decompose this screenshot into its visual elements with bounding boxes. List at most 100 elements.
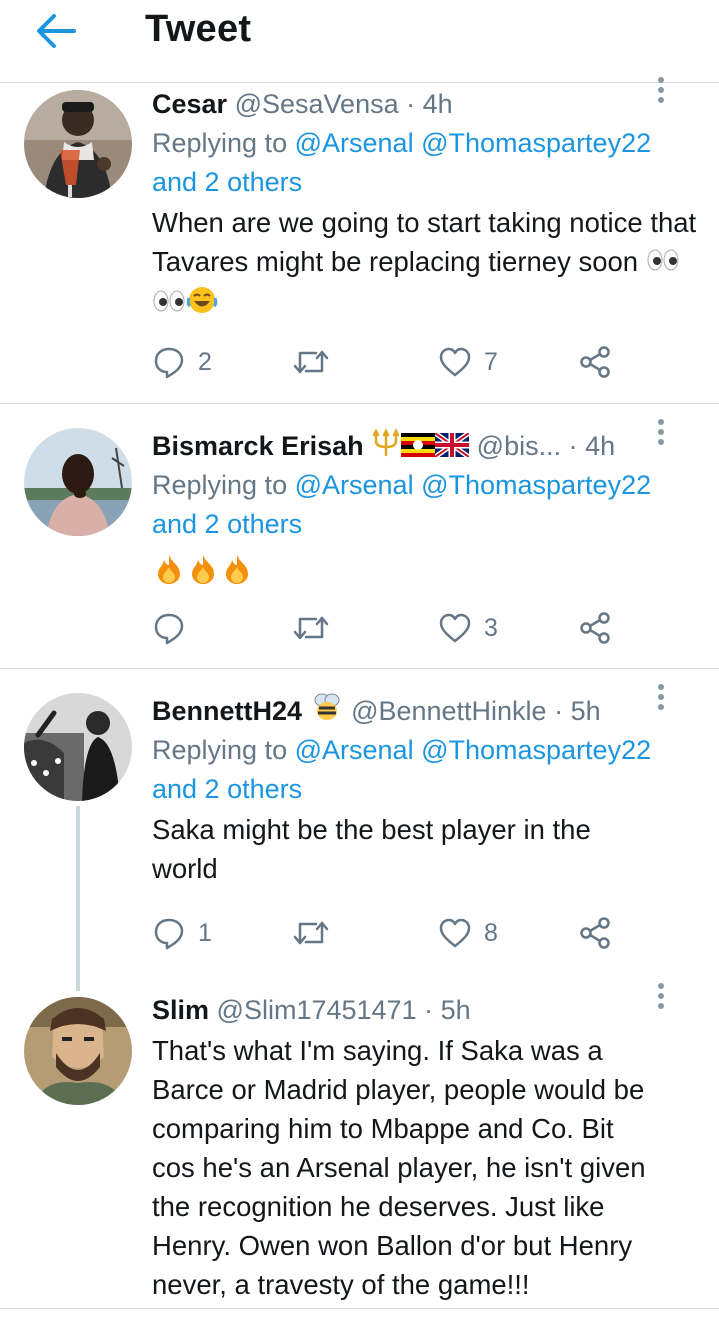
tweet-text: That's what I'm saying. If Saka was a Ba… [152, 1031, 699, 1304]
timestamp: · 5h [554, 696, 601, 726]
share-button[interactable] [578, 608, 612, 648]
share-icon [580, 346, 610, 378]
retweet-button[interactable] [292, 608, 342, 648]
tweet-cesar[interactable]: Cesar @SesaVensa · 4h Replying to @Arsen… [152, 77, 699, 326]
share-button[interactable] [578, 913, 612, 953]
display-name[interactable]: Slim [152, 995, 209, 1025]
reply-icon [154, 918, 184, 950]
retweet-button[interactable] [292, 342, 342, 382]
handle[interactable]: @BennettHinkle [351, 696, 547, 726]
mention-link[interactable]: @Arsenal [295, 128, 414, 158]
more-options-icon[interactable] [641, 679, 681, 719]
back-arrow-icon[interactable] [34, 12, 80, 50]
replying-prefix: Replying to [152, 470, 288, 500]
tweet-header: Cesar @SesaVensa · 4h [152, 77, 699, 124]
heart-icon [439, 918, 471, 948]
others-link[interactable]: and 2 others [152, 774, 302, 804]
timestamp: · 4h [568, 431, 616, 461]
tweet-text-line: That's what I'm saying. If Saka was a [152, 1035, 603, 1066]
page-title: Tweet [145, 8, 252, 50]
mention-link[interactable]: @Thomaspartey22 [421, 735, 651, 765]
avatar-cesar[interactable] [24, 90, 132, 198]
handle[interactable]: @bis... [477, 431, 561, 461]
display-name[interactable]: BennettH24 [152, 696, 302, 726]
heart-icon [439, 613, 471, 643]
reply-count: 1 [198, 918, 212, 947]
divider [0, 1308, 719, 1309]
tweet-bennett[interactable]: BennettH24 @BennettHinkle · 5h Replying … [152, 684, 699, 888]
share-icon [580, 612, 610, 644]
divider [0, 403, 719, 404]
more-options-icon[interactable] [641, 978, 681, 1018]
reply-icon [154, 613, 184, 645]
tweet-actions: 1 8 [152, 913, 632, 953]
tweet-header: Bismarck Erisah @bis... · 4h [152, 419, 699, 468]
reply-count: 2 [198, 347, 212, 376]
fire-emoji-icon [186, 553, 220, 595]
eyes-emoji-icon [646, 244, 680, 283]
replying-to: Replying to @Arsenal @Thomaspartey22 and… [152, 466, 699, 544]
like-count: 7 [484, 347, 498, 376]
like-count: 8 [484, 918, 498, 947]
tweet-text-line: comparing him to Mbappe and Co. Bit [152, 1113, 614, 1144]
heart-icon [439, 347, 471, 377]
mention-link[interactable]: @Arsenal [295, 735, 414, 765]
timestamp: · 4h [406, 89, 453, 119]
replying-prefix: Replying to [152, 128, 288, 158]
tweet-text: When are we going to start taking notice… [152, 203, 699, 326]
uganda-flag-icon [401, 428, 436, 468]
uk-flag-icon [433, 428, 471, 468]
divider [0, 668, 719, 669]
retweet-icon [293, 350, 329, 374]
avatar-bennett[interactable] [24, 693, 132, 801]
replying-prefix: Replying to [152, 735, 288, 765]
replying-to: Replying to @Arsenal @Thomaspartey22 and… [152, 124, 699, 202]
handle[interactable]: @SesaVensa [235, 89, 399, 119]
mention-link[interactable]: @Thomaspartey22 [421, 470, 651, 500]
avatar-bismarck[interactable] [24, 428, 132, 536]
fire-emoji-icon [152, 553, 186, 595]
tweet-actions: 2 7 [152, 342, 632, 382]
like-button[interactable]: 8 [438, 913, 498, 953]
tweet-text-line: Saka might be the best player in the [152, 814, 591, 845]
eyes-emoji-icon [152, 285, 186, 324]
tweet-slim[interactable]: Slim @Slim17451471 · 5h That's what I'm … [152, 983, 699, 1304]
top-app-bar: Tweet [0, 0, 719, 83]
retweet-button[interactable] [292, 913, 342, 953]
tweet-text-body: When are we going to start taking notice… [152, 207, 697, 277]
retweet-icon [293, 921, 329, 945]
trident-emoji-icon [371, 427, 401, 468]
others-link[interactable]: and 2 others [152, 509, 302, 539]
tweet-bismarck[interactable]: Bismarck Erisah @bis... · 4h Replying to… [152, 419, 699, 595]
tweet-text-line: never, a travesty of the game!!! [152, 1269, 530, 1300]
like-button[interactable]: 7 [438, 342, 498, 382]
reply-button[interactable]: 1 [152, 913, 212, 953]
tweet-header: BennettH24 @BennettHinkle · 5h [152, 684, 699, 733]
share-icon [580, 917, 610, 949]
avatar-slim[interactable] [24, 997, 132, 1105]
reply-button[interactable]: 2 [152, 342, 212, 382]
mention-link[interactable]: @Thomaspartey22 [421, 128, 651, 158]
handle[interactable]: @Slim17451471 [217, 995, 417, 1025]
mention-link[interactable]: @Arsenal [295, 470, 414, 500]
tweet-actions: 3 [152, 608, 632, 648]
timestamp: · 5h [424, 995, 471, 1025]
like-button[interactable]: 3 [438, 608, 498, 648]
display-name[interactable]: Bismarck Erisah [152, 431, 364, 461]
more-options-icon[interactable] [641, 414, 681, 454]
retweet-icon [293, 616, 329, 640]
display-name[interactable]: Cesar [152, 89, 227, 119]
tweet-text-line: cos he's an Arsenal player, he isn't giv… [152, 1152, 646, 1183]
more-options-icon[interactable] [641, 72, 681, 112]
tweet-text-line: Barce or Madrid player, people would be [152, 1074, 645, 1105]
reply-icon [154, 347, 184, 379]
thread-connector [76, 806, 80, 991]
reply-button[interactable] [152, 608, 198, 648]
share-button[interactable] [578, 342, 612, 382]
tweet-text-line: world [152, 853, 218, 884]
bee-emoji-icon [310, 692, 344, 733]
tweet-text [152, 552, 699, 595]
tweet-text: Saka might be the best player in the wor… [152, 810, 699, 888]
tweet-text-line: Henry. Owen won Ballon d'or but Henry [152, 1230, 633, 1261]
others-link[interactable]: and 2 others [152, 167, 302, 197]
